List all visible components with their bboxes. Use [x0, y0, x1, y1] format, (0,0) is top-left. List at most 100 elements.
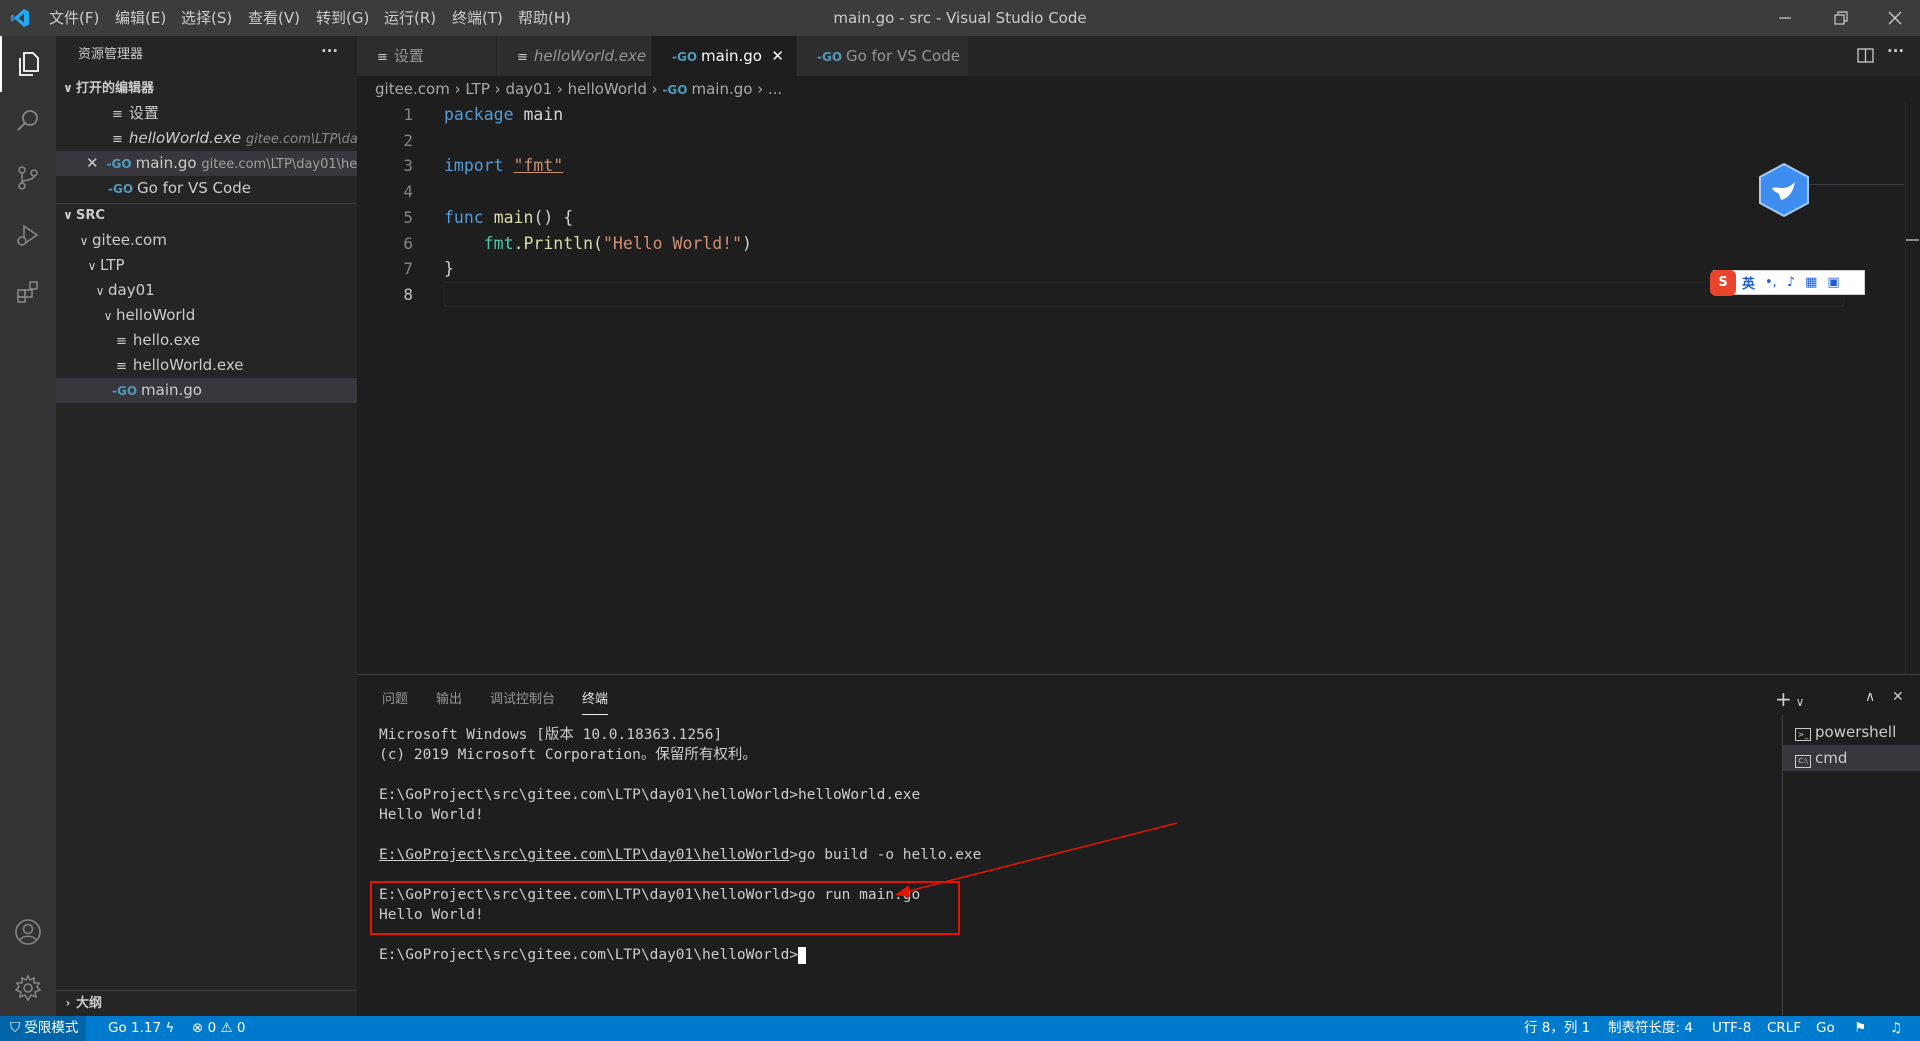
git-branch-icon	[18, 166, 38, 190]
close-window-button[interactable]	[1872, 0, 1918, 36]
chevron-down-icon: ∨	[1791, 695, 1805, 709]
more-actions-button[interactable]: ···	[321, 42, 338, 60]
extensions-icon	[17, 281, 38, 303]
terminal-output[interactable]: Microsoft Windows [版本 10.0.18363.1256] (…	[357, 725, 1782, 1017]
minimize-button[interactable]	[1762, 0, 1808, 36]
go-file-icon: -GO	[108, 182, 134, 196]
restricted-mode-indicator[interactable]: ⛉ 受限模式	[0, 1016, 87, 1041]
tab-go-for-vscode[interactable]: -GO Go for VS Code	[797, 36, 969, 76]
tree-folder[interactable]: ∨ day01	[56, 278, 357, 303]
more-actions-button[interactable]: ···	[1887, 42, 1904, 60]
open-editor-item-active[interactable]: ✕ -GOmain.go gitee.com\LTP\day01\hell...	[56, 151, 357, 176]
tab-problems[interactable]: 问题	[382, 685, 408, 715]
tree-file[interactable]: ≡ hello.exe	[56, 328, 357, 353]
code-line: func main() {	[444, 205, 573, 231]
breadcrumb-item[interactable]: LTP	[465, 80, 490, 98]
notifications-bell-icon[interactable]: ♫	[1890, 1016, 1902, 1041]
tab-terminal[interactable]: 终端	[582, 685, 609, 715]
restore-button[interactable]	[1818, 0, 1864, 36]
ime-toolbar[interactable]: S 英 •, ♪ ▦ ▣	[1710, 269, 1865, 296]
terminal-path-link[interactable]: E:\GoProject\src\gitee.com\LTP\day01\hel…	[379, 847, 789, 863]
terminal-list: >_ powershell C:\ cmd	[1782, 715, 1920, 1015]
tab-debug-console[interactable]: 调试控制台	[490, 685, 555, 715]
breadcrumb-item[interactable]: gitee.com	[375, 80, 450, 98]
open-editor-item[interactable]: ≡ helloWorld.exe gitee.com\LTP\day...	[56, 126, 357, 151]
live-share-icon[interactable]: ⚑	[1854, 1016, 1866, 1041]
cmd-icon: C:\	[1795, 755, 1811, 768]
breadcrumb-item[interactable]: ...	[768, 80, 782, 98]
close-icon[interactable]: ✕	[86, 154, 99, 172]
search-activity[interactable]	[0, 93, 56, 149]
open-editor-item[interactable]: ≡ 设置	[56, 101, 357, 126]
close-panel-button[interactable]: ✕	[1892, 689, 1904, 705]
tab-settings[interactable]: ≡ 设置	[357, 36, 497, 76]
keyboard-icon[interactable]: ▦	[1805, 275, 1817, 290]
apps-grid-icon[interactable]: ▣	[1827, 275, 1839, 290]
cursor-position[interactable]: 行 8，列 1	[1524, 1016, 1590, 1041]
floating-assistant-icon[interactable]	[1757, 162, 1811, 222]
open-editor-path: gitee.com\LTP\day...	[245, 132, 357, 147]
tree-file-selected[interactable]: -GO main.go	[56, 378, 357, 403]
language-mode[interactable]: Go	[1816, 1016, 1835, 1041]
tab-helloworld-exe[interactable]: ≡ helloWorld.exe	[497, 36, 652, 76]
code-editor[interactable]: 1 2 3 4 5 6 7 8 package main import "fmt…	[357, 102, 1920, 674]
menu-help[interactable]: 帮助(H)	[518, 0, 571, 36]
tab-size[interactable]: 制表符长度: 4	[1608, 1016, 1693, 1041]
menu-run[interactable]: 运行(R)	[384, 0, 436, 36]
src-section[interactable]: ∨ SRC	[56, 203, 357, 228]
maximize-panel-button[interactable]: ∧	[1865, 689, 1875, 705]
vscode-logo-icon	[11, 9, 29, 27]
open-editor-name: helloWorld.exe	[128, 129, 242, 147]
encoding[interactable]: UTF-8	[1712, 1016, 1751, 1041]
gear-icon	[14, 974, 42, 1002]
go-version-indicator[interactable]: Go 1.17 ϟ	[108, 1016, 174, 1041]
menu-terminal[interactable]: 终端(T)	[452, 0, 503, 36]
highlight-box-annotation	[370, 881, 960, 935]
terminal-cursor	[798, 946, 807, 964]
punctuation: () {	[533, 207, 574, 227]
menu-file[interactable]: 文件(F)	[49, 0, 99, 36]
warning-icon: ⚠	[220, 1020, 233, 1036]
punctuation-icon[interactable]: •,	[1765, 275, 1777, 290]
extensions-activity[interactable]	[0, 264, 56, 320]
breadcrumb-item[interactable]: helloWorld	[568, 80, 647, 98]
open-editor-item[interactable]: -GO Go for VS Code	[56, 176, 357, 201]
manage-activity[interactable]	[0, 960, 56, 1016]
tree-folder[interactable]: ∨ LTP	[56, 253, 357, 278]
tree-file[interactable]: ≡ helloWorld.exe	[56, 353, 357, 378]
menu-selection[interactable]: 选择(S)	[181, 0, 232, 36]
chevron-right-icon: ›	[65, 996, 71, 1010]
accounts-activity[interactable]	[0, 904, 56, 960]
split-editor-button[interactable]	[1857, 47, 1875, 69]
file-lines-icon: ≡	[517, 50, 528, 65]
line-number: 7	[403, 259, 413, 279]
new-terminal-button[interactable]: + ∨	[1775, 689, 1804, 712]
microphone-icon[interactable]: ♪	[1787, 275, 1795, 290]
line-number: 2	[403, 130, 413, 150]
open-editor-path: gitee.com\LTP\day01\hell...	[201, 157, 357, 172]
terminal-list-item-active[interactable]: C:\ cmd	[1783, 745, 1920, 771]
terminal-line: E:\GoProject\src\gitee.com\LTP\day01\hel…	[379, 945, 807, 965]
problems-indicator[interactable]: ⊗ 0 ⚠ 0	[192, 1016, 246, 1041]
tab-output[interactable]: 输出	[436, 685, 462, 715]
menu-view[interactable]: 查看(V)	[248, 0, 300, 36]
tree-folder[interactable]: ∨ helloWorld	[56, 303, 357, 328]
close-tab-icon[interactable]: ✕	[771, 36, 784, 76]
breadcrumb-item[interactable]: main.go	[691, 80, 752, 98]
tab-main-go[interactable]: -GO main.go ✕	[652, 36, 797, 76]
breadcrumb-item[interactable]: day01	[505, 80, 552, 98]
tab-label: main.go	[701, 47, 762, 65]
function-call: .Println(	[513, 233, 603, 253]
outline-section[interactable]: › 大纲	[56, 991, 357, 1016]
menu-edit[interactable]: 编辑(E)	[115, 0, 166, 36]
menu-go[interactable]: 转到(G)	[316, 0, 369, 36]
explorer-activity[interactable]	[0, 36, 56, 92]
ime-language[interactable]: 英	[1742, 273, 1755, 292]
open-editors-section[interactable]: ∨ 打开的编辑器	[56, 76, 357, 101]
tree-folder[interactable]: ∨ gitee.com	[56, 228, 357, 253]
editor-scrollbar[interactable]	[1905, 102, 1919, 674]
run-debug-activity[interactable]	[0, 207, 56, 263]
source-control-activity[interactable]	[0, 150, 56, 206]
terminal-list-item[interactable]: >_ powershell	[1783, 719, 1920, 745]
line-endings[interactable]: CRLF	[1767, 1016, 1801, 1041]
